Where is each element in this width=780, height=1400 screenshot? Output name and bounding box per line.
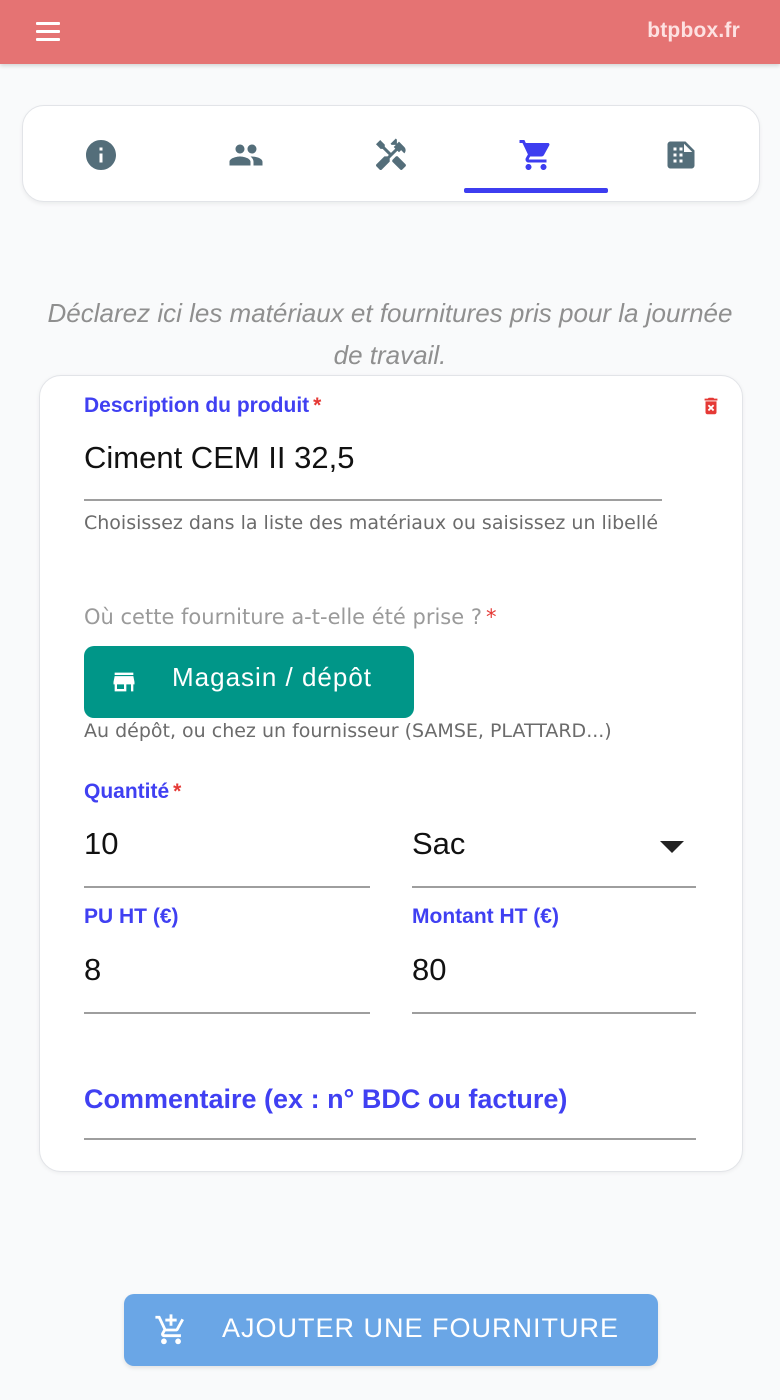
add-to-cart-icon: [155, 1314, 184, 1345]
cart-icon: [519, 140, 550, 170]
active-tab-indicator: [464, 188, 608, 193]
store-button-label: Magasin / dépôt: [172, 662, 373, 692]
unit-price-label: PU HT (€): [84, 905, 179, 928]
tab-people[interactable]: [174, 106, 318, 198]
store-depot-button[interactable]: Magasin / dépôt: [84, 646, 414, 718]
description-input[interactable]: Ciment CEM II 32,5: [84, 440, 354, 476]
quantity-underline: [84, 886, 370, 888]
add-supply-button[interactable]: AJOUTER UNE FOURNITURE: [124, 1294, 658, 1366]
tab-bar: [22, 105, 760, 202]
chevron-down-icon[interactable]: [660, 841, 684, 853]
brand-title: btpbox.fr: [647, 19, 740, 42]
add-supply-label: AJOUTER UNE FOURNITURE: [222, 1313, 620, 1343]
origin-hint: Au dépôt, ou chez un fournisseur (SAMSE,…: [84, 720, 612, 742]
menu-icon[interactable]: [36, 22, 60, 42]
quantity-input[interactable]: 10: [84, 826, 118, 862]
origin-label: Où cette fourniture a-t-elle été prise ?…: [84, 605, 497, 629]
unit-price-underline: [84, 1012, 370, 1014]
tab-info[interactable]: [29, 106, 173, 198]
info-icon: [86, 140, 116, 170]
unit-price-input[interactable]: 8: [84, 952, 101, 988]
trash-icon: [704, 397, 718, 415]
intro-text: Déclarez ici les matériaux et fourniture…: [47, 298, 733, 370]
amount-underline: [412, 1012, 696, 1014]
comment-underline: [84, 1138, 696, 1140]
description-underline: [84, 499, 662, 501]
top-app-bar: btpbox.fr: [0, 0, 780, 64]
amount-label: Montant HT (€): [412, 905, 559, 928]
supply-form-card: [39, 375, 743, 1172]
tools-icon: [376, 138, 406, 171]
description-hint: Choisissez dans la liste des matériaux o…: [84, 512, 659, 534]
quantity-label: Quantité *: [84, 780, 182, 803]
tab-supplies[interactable]: [464, 106, 608, 198]
unit-select[interactable]: Sac: [412, 826, 465, 862]
comment-input[interactable]: Commentaire (ex : n° BDC ou facture): [84, 1084, 567, 1115]
description-label: Description du produit *: [84, 394, 322, 417]
tab-tools[interactable]: [319, 106, 463, 198]
store-icon: [113, 672, 135, 692]
amount-input[interactable]: 80: [412, 952, 446, 988]
people-icon: [229, 144, 263, 166]
delete-item-button[interactable]: [700, 394, 722, 418]
document-icon: [667, 141, 695, 169]
unit-underline: [412, 886, 696, 888]
tab-documents[interactable]: [609, 106, 753, 198]
